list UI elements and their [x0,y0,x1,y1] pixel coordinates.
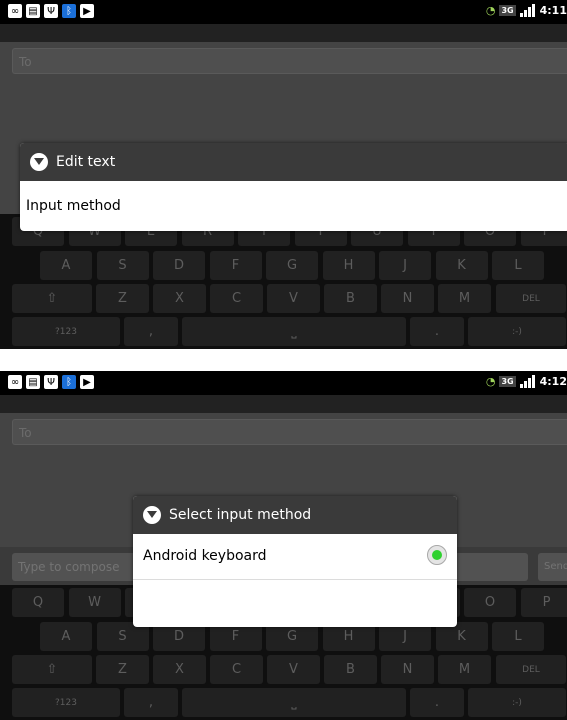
input-method-option[interactable]: Input method [20,181,567,231]
clock: 4:12 [539,374,567,388]
radio-button-selected[interactable] [427,545,447,565]
sync-icon: ◔ [485,374,496,388]
screenshot-edit-text: ∞ ▤ Ψ ᛒ ▶ ◔ 3G 4:11 To QWERTYUIOPASDFGHJ… [0,0,567,349]
dialog-title: Select input method [169,507,312,523]
option-label: Android keyboard [143,548,267,564]
voicemail-icon: ∞ [8,4,22,18]
voicemail-icon: ∞ [8,375,22,389]
edit-text-dialog: Edit text Input method [20,143,567,231]
clock: 4:11 [539,3,567,17]
status-bar: ∞ ▤ Ψ ᛒ ▶ ◔ 3G 4:12 [0,371,567,395]
dialog-header: Edit text [20,143,567,181]
play-icon: ▶ [80,375,94,389]
network-type-badge: 3G [499,375,516,387]
bluetooth-icon: ᛒ [62,375,76,389]
signal-icon [519,374,536,388]
usb-icon: Ψ [44,375,58,389]
status-bar: ∞ ▤ Ψ ᛒ ▶ ◔ 3G 4:11 [0,0,567,24]
screenshot-select-input-method: ∞ ▤ Ψ ᛒ ▶ ◔ 3G 4:12 To Type to compose S… [0,371,567,720]
sd-card-icon: ▤ [26,4,40,18]
sync-icon: ◔ [485,3,496,17]
play-icon: ▶ [80,4,94,18]
android-keyboard-option[interactable]: Android keyboard [133,534,457,580]
dropdown-icon [143,506,161,524]
bluetooth-icon: ᛒ [62,4,76,18]
dialog-title: Edit text [56,154,116,170]
network-type-badge: 3G [499,4,516,16]
select-input-method-dialog: Select input method Android keyboard [133,496,457,627]
signal-icon [519,3,536,17]
sd-card-icon: ▤ [26,375,40,389]
usb-icon: Ψ [44,4,58,18]
dialog-header: Select input method [133,496,457,534]
dropdown-icon [30,153,48,171]
